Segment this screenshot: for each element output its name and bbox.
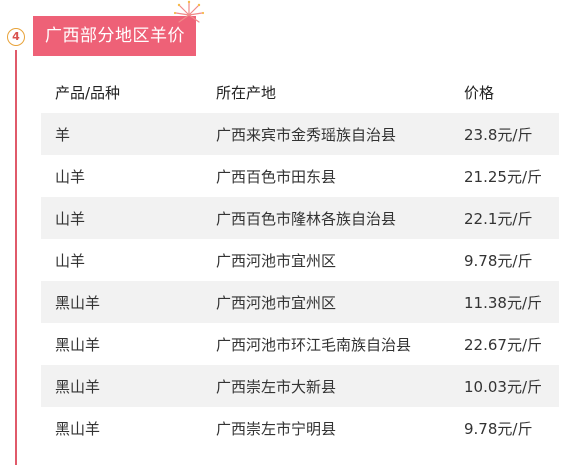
product-cell: 山羊 bbox=[55, 167, 86, 186]
product-cell: 山羊 bbox=[55, 209, 86, 228]
header-origin: 所在产地 bbox=[216, 84, 277, 102]
product-cell: 黑山羊 bbox=[55, 419, 101, 438]
price-cell: 9.78元/斤 bbox=[464, 419, 533, 438]
table-row: 黑山羊 广西河池市宜州区 11.38元/斤 bbox=[41, 281, 559, 323]
table-row: 山羊 广西百色市田东县 21.25元/斤 bbox=[41, 155, 559, 197]
origin-cell: 广西河池市环江毛南族自治县 bbox=[216, 335, 412, 354]
origin-cell: 广西河池市宜州区 bbox=[216, 293, 337, 312]
timeline-line bbox=[15, 50, 17, 465]
table-row: 黑山羊 广西崇左市宁明县 9.78元/斤 bbox=[41, 407, 559, 449]
price-cell: 10.03元/斤 bbox=[464, 377, 542, 396]
price-cell: 9.78元/斤 bbox=[464, 251, 533, 270]
price-cell: 11.38元/斤 bbox=[464, 293, 542, 312]
header-price: 价格 bbox=[464, 84, 495, 102]
product-cell: 黑山羊 bbox=[55, 293, 101, 312]
origin-cell: 广西崇左市宁明县 bbox=[216, 419, 337, 438]
price-cell: 22.67元/斤 bbox=[464, 335, 542, 354]
price-cell: 22.1元/斤 bbox=[464, 209, 533, 228]
price-cell: 21.25元/斤 bbox=[464, 167, 542, 186]
origin-cell: 广西河池市宜州区 bbox=[216, 251, 337, 270]
section-number-badge: 4 bbox=[7, 28, 25, 46]
price-cell: 23.8元/斤 bbox=[464, 125, 533, 144]
header-product: 产品/品种 bbox=[55, 84, 121, 102]
product-cell: 黑山羊 bbox=[55, 377, 101, 396]
product-cell: 山羊 bbox=[55, 251, 86, 270]
origin-cell: 广西崇左市大新县 bbox=[216, 377, 337, 396]
origin-cell: 广西百色市田东县 bbox=[216, 167, 337, 186]
origin-cell: 广西来宾市金秀瑶族自治县 bbox=[216, 125, 397, 144]
origin-cell: 广西百色市隆林各族自治县 bbox=[216, 209, 397, 228]
table-row: 黑山羊 广西崇左市大新县 10.03元/斤 bbox=[41, 365, 559, 407]
price-table: 产品/品种 所在产地 价格 羊 广西来宾市金秀瑶族自治县 23.8元/斤 山羊 … bbox=[41, 72, 559, 449]
product-cell: 黑山羊 bbox=[55, 335, 101, 354]
table-row: 山羊 广西百色市隆林各族自治县 22.1元/斤 bbox=[41, 197, 559, 239]
table-row: 黑山羊 广西河池市环江毛南族自治县 22.67元/斤 bbox=[41, 323, 559, 365]
table-row: 山羊 广西河池市宜州区 9.78元/斤 bbox=[41, 239, 559, 281]
product-cell: 羊 bbox=[55, 125, 71, 144]
table-row: 羊 广西来宾市金秀瑶族自治县 23.8元/斤 bbox=[41, 113, 559, 155]
firework-decoration-icon bbox=[173, 0, 205, 23]
table-header-row: 产品/品种 所在产地 价格 bbox=[41, 72, 559, 113]
